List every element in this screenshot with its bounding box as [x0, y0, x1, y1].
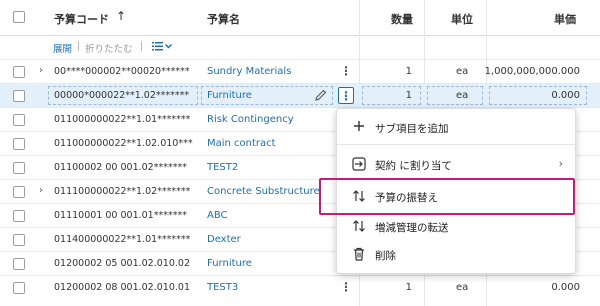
budget-code: 01110001 00 001.01******* [54, 210, 187, 221]
row-checkbox[interactable] [13, 282, 25, 294]
more-options-icon[interactable]: ⋮ [338, 63, 354, 80]
budget-name-link[interactable]: Risk Contingency [207, 114, 294, 125]
price-value: 1,000,000,000.000 [484, 66, 580, 77]
budget-code: 011400000022**1.01******* [54, 234, 191, 245]
menu-item-delete[interactable]: 削除 [337, 240, 577, 268]
list-levels-icon[interactable] [151, 40, 173, 55]
budget-name-link[interactable]: Concrete Substructure [207, 186, 320, 197]
table-header: 予算コード ↑ 予算名 数量 単位 単価 [0, 0, 600, 36]
menu-item-label: 削除 [375, 250, 396, 262]
chevron-right-icon[interactable]: › [39, 65, 43, 76]
quantity-value: 1 [405, 282, 412, 293]
unit-column-header[interactable]: 単位 [451, 11, 473, 27]
more-options-icon[interactable]: ⋮ [338, 279, 354, 296]
unit-value: ea [456, 282, 469, 293]
name-column-header[interactable]: 予算名 [207, 11, 240, 27]
code-column-header[interactable]: 予算コード [54, 11, 109, 27]
collapse-all-link[interactable]: 折りたたむ [85, 41, 133, 55]
toolbar-separator: | [77, 41, 81, 52]
price-value: 0.000 [551, 282, 580, 293]
menu-item-label: 契約 に割り当て [375, 160, 452, 172]
budget-code: 00000*000022**1.02******* [54, 90, 190, 101]
row-checkbox[interactable] [13, 114, 25, 126]
quantity-column-header[interactable]: 数量 [391, 11, 413, 27]
budget-code: 011100000022**1.02******* [54, 186, 191, 197]
row-checkbox[interactable] [13, 66, 25, 78]
quantity-value: 1 [405, 66, 412, 77]
budget-name-link[interactable]: TEST2 [207, 162, 238, 173]
chevron-right-icon: › [558, 157, 563, 170]
transfer-icon [351, 218, 367, 234]
row-checkbox[interactable] [13, 90, 25, 102]
expand-all-link[interactable]: 展開 [53, 41, 72, 55]
toolbar-separator: | [140, 41, 144, 52]
budget-name-link[interactable]: TEST3 [207, 282, 238, 293]
table-row[interactable]: 01200002 08 001.02.010.01 TEST3 ⋮ 1 ea 0… [0, 275, 600, 299]
budget-code: 00****000002**00020****** [54, 66, 190, 77]
select-all-checkbox[interactable] [13, 11, 25, 23]
budget-name-link[interactable]: Furniture [207, 258, 252, 269]
tree-toolbar: 展開 | 折りたたむ | [0, 36, 600, 58]
row-checkbox[interactable] [13, 186, 25, 198]
menu-item-change-management-transfer[interactable]: 増減管理の転送 [337, 212, 577, 240]
chevron-right-icon[interactable]: › [39, 185, 43, 196]
edit-cell-outline [427, 86, 483, 105]
row-checkbox[interactable] [13, 162, 25, 174]
menu-item-label: 増減管理の転送 [375, 222, 449, 234]
menu-item-add-sub-item[interactable]: サブ項目を追加 [337, 113, 577, 141]
trash-icon [351, 246, 367, 262]
table-row-selected[interactable]: 00000*000022**1.02******* Furniture ⋮ 1 … [0, 83, 600, 107]
pencil-icon[interactable] [314, 88, 328, 102]
budget-code: 01100002 00 001.02******* [54, 162, 187, 173]
budget-name-link[interactable]: Furniture [207, 90, 252, 101]
menu-item-label: サブ項目を追加 [375, 123, 449, 135]
table-row[interactable]: › 00****000002**00020****** Sundry Mater… [0, 59, 600, 83]
menu-divider [337, 144, 577, 145]
budget-name-link[interactable]: Sundry Materials [207, 66, 291, 77]
price-column-header[interactable]: 単価 [554, 11, 576, 27]
plus-icon [351, 119, 367, 135]
budget-name-link[interactable]: Dexter [207, 234, 241, 245]
budget-code: 011000000022**1.02.010*** [54, 138, 193, 149]
row-checkbox[interactable] [13, 258, 25, 270]
unit-value: ea [456, 90, 469, 101]
unit-value: ea [456, 66, 469, 77]
edit-cell-outline [362, 86, 421, 105]
more-options-icon[interactable]: ⋮ [338, 87, 354, 104]
assign-icon [351, 156, 367, 172]
row-checkbox[interactable] [13, 234, 25, 246]
row-checkbox[interactable] [13, 138, 25, 150]
budget-name-link[interactable]: Main contract [207, 138, 276, 149]
row-checkbox[interactable] [13, 210, 25, 222]
highlight-box [319, 178, 575, 215]
arrow-up-icon[interactable]: ↑ [116, 9, 126, 23]
menu-item-assign-contract[interactable]: 契約 に割り当て › [337, 150, 577, 178]
budget-code: 011000000022**1.01******* [54, 114, 191, 125]
price-value: 0.000 [551, 90, 580, 101]
budget-name-link[interactable]: ABC [207, 210, 228, 221]
budget-code: 01200002 08 001.02.010.01 [54, 282, 190, 293]
quantity-value: 1 [405, 90, 412, 101]
budget-code: 01200002 05 001.02.010.02 [54, 258, 190, 269]
